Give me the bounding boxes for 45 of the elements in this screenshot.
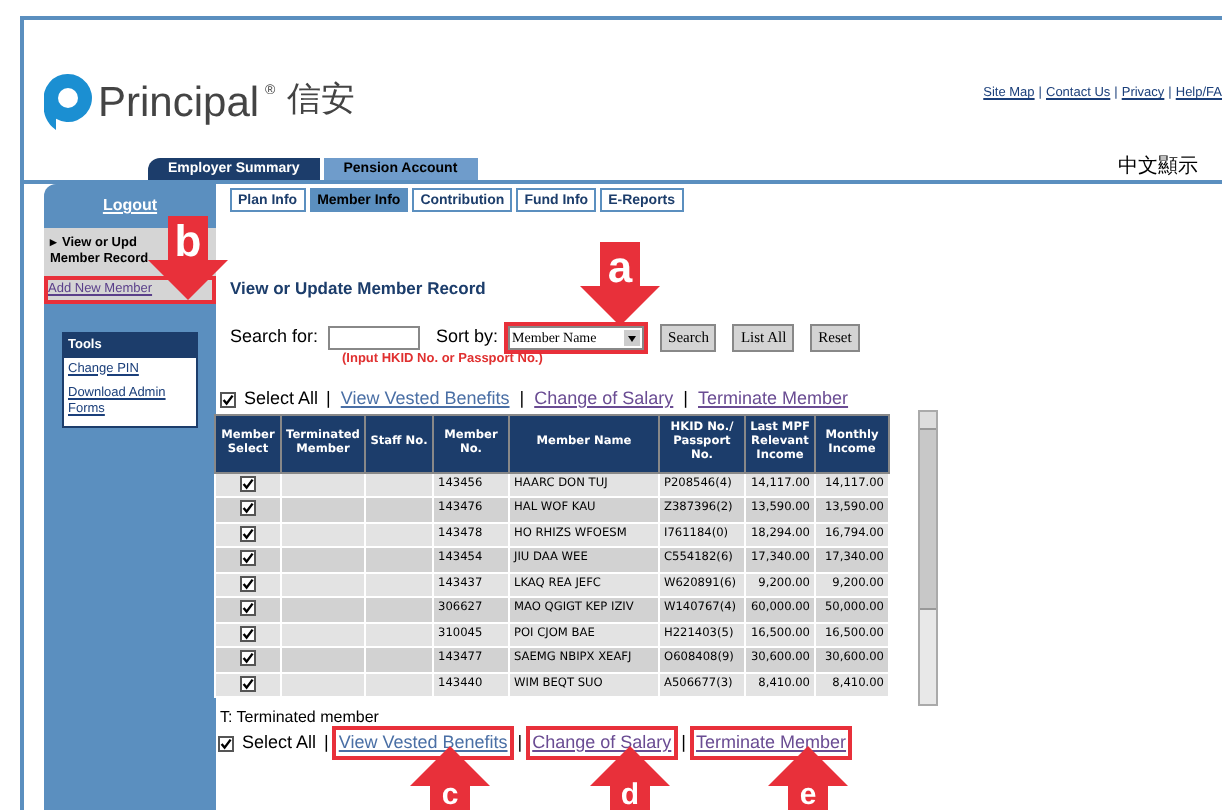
- logo-name: Principal: [98, 81, 260, 123]
- legend-text: T: Terminated member: [220, 707, 381, 725]
- checked-checkbox[interactable]: [240, 650, 256, 667]
- checked-checkbox[interactable]: [240, 675, 256, 692]
- checked-checkbox[interactable]: [240, 475, 256, 492]
- up-arrow-icon: [768, 746, 848, 810]
- separator: |: [326, 385, 331, 412]
- logo-chinese: 信安: [287, 78, 356, 125]
- action-link[interactable]: Terminate Member: [696, 385, 851, 413]
- select-all-label: Select All: [242, 729, 317, 756]
- checked-checkbox[interactable]: [218, 735, 234, 751]
- search-field[interactable]: [328, 325, 421, 350]
- action-link[interactable]: Terminate Member: [694, 729, 849, 757]
- separator: |: [324, 729, 329, 756]
- action-link[interactable]: Change of Salary: [530, 729, 674, 757]
- checked-checkbox[interactable]: [240, 600, 256, 617]
- checked-checkbox[interactable]: [240, 500, 256, 517]
- separator: |: [519, 385, 525, 412]
- sort-label: Sort by:: [436, 324, 499, 350]
- callout-letter: a: [607, 246, 633, 290]
- logo-icon: [44, 74, 92, 130]
- language-link[interactable]: 中文顯示: [1118, 158, 1198, 178]
- action-link[interactable]: View Vested Benefits: [338, 385, 512, 413]
- checked-checkbox[interactable]: [240, 575, 256, 592]
- page-title: View or Update Member Record: [230, 276, 488, 302]
- checked-checkbox[interactable]: [240, 525, 256, 542]
- down-arrow-icon: [580, 242, 660, 326]
- callout-letter: c: [441, 780, 459, 810]
- checked-checkbox[interactable]: [220, 391, 236, 407]
- scrollbar[interactable]: [918, 409, 938, 705]
- callout-letter: e: [799, 780, 817, 810]
- select-all-label: Select All: [244, 385, 319, 412]
- separator: |: [517, 729, 523, 756]
- checked-checkbox[interactable]: [240, 550, 256, 567]
- dropdown-arrow-icon: [624, 329, 641, 346]
- checked-checkbox[interactable]: [240, 625, 256, 642]
- separator: |: [681, 729, 686, 756]
- callout-letter: b: [174, 220, 202, 264]
- search-label: Search for:: [230, 324, 319, 350]
- action-link[interactable]: Change of Salary: [532, 385, 676, 413]
- callout-letter: d: [620, 780, 640, 810]
- separator: |: [683, 385, 688, 412]
- down-arrow-icon: [148, 216, 228, 300]
- action-link[interactable]: View Vested Benefits: [336, 729, 510, 757]
- up-arrow-icon: [410, 746, 490, 810]
